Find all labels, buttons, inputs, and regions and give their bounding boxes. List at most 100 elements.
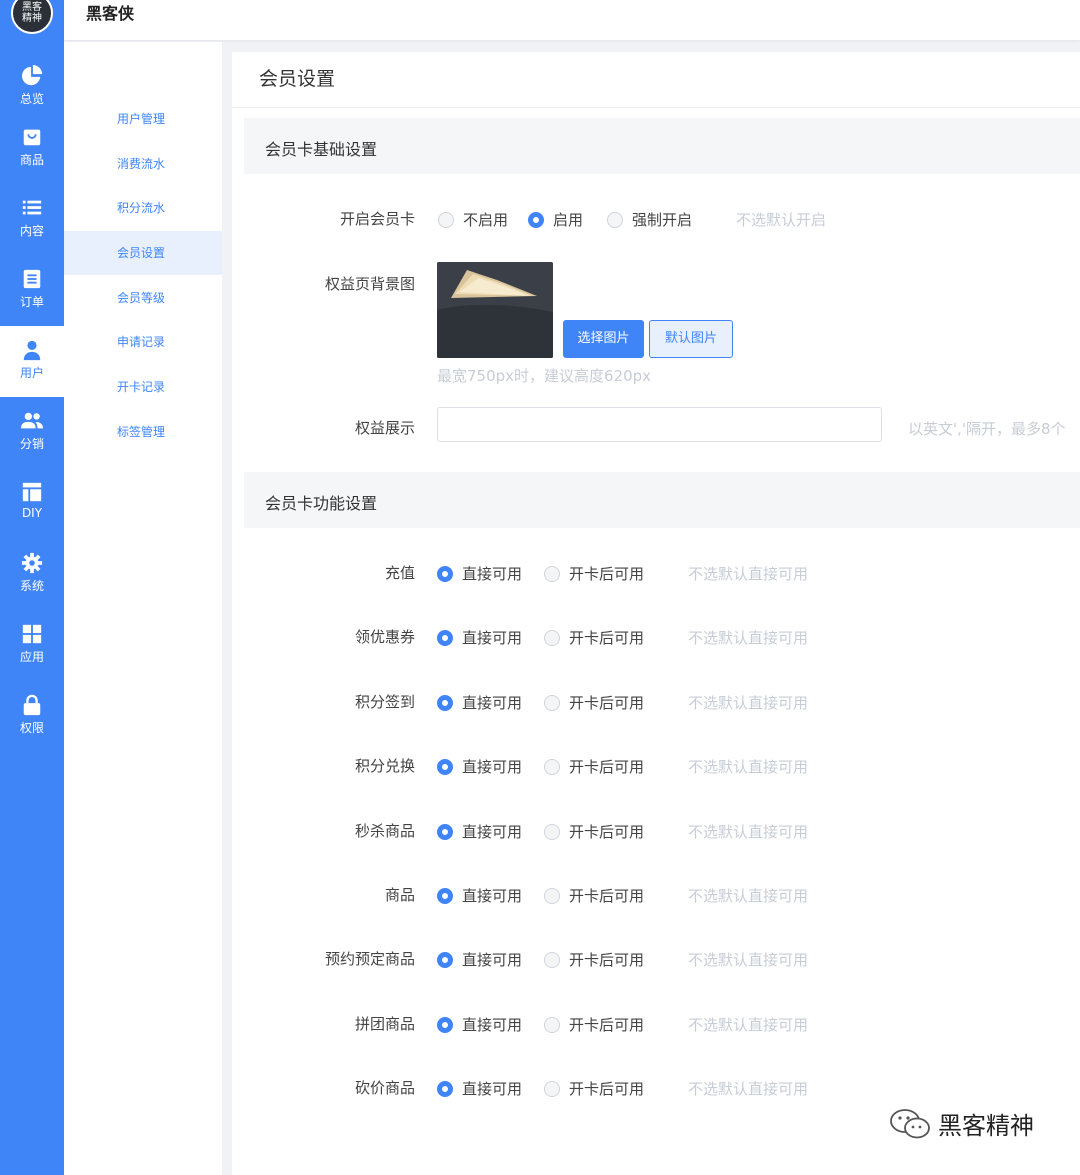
option-label: 开卡后可用 [569, 823, 645, 841]
radio-button-selected[interactable] [437, 565, 453, 582]
option-after-card[interactable]: 开卡后可用 [544, 885, 644, 906]
background-image-preview[interactable] [437, 262, 553, 358]
option-label: 开卡后可用 [569, 1080, 645, 1098]
radio-button-selected[interactable] [437, 694, 453, 711]
enable-option-forced[interactable]: 强制开启 [607, 209, 692, 230]
rail-item-label: 商品 [19, 153, 44, 167]
rail-item-content[interactable]: 内容 [0, 184, 64, 255]
user-icon [23, 340, 41, 361]
option-after-card[interactable]: 开卡后可用 [544, 949, 644, 970]
logo-text-top: 黑客 [22, 2, 42, 13]
subnav-item-member-levels[interactable]: 会员等级 [64, 276, 222, 320]
rail-item-apps[interactable]: 应用 [0, 610, 64, 681]
function-row-label: 商品 [384, 886, 415, 904]
rail-item-users[interactable]: 用户 [0, 326, 64, 397]
function-row-label: 拼团商品 [354, 1015, 415, 1033]
radio-button[interactable] [544, 887, 561, 904]
option-label: 直接可用 [462, 629, 523, 647]
radio-button-selected[interactable] [437, 951, 453, 968]
radio-button[interactable] [607, 211, 624, 228]
radio-button[interactable] [544, 951, 561, 968]
function-row-hint: 不选默认直接可用 [688, 823, 809, 841]
benefits-display-input[interactable] [437, 407, 882, 442]
option-label: 开卡后可用 [569, 629, 645, 647]
function-row-label: 预约预定商品 [324, 950, 415, 968]
rail-item-label: 内容 [19, 224, 44, 238]
option-after-card[interactable]: 开卡后可用 [544, 821, 644, 842]
radio-button[interactable] [544, 1016, 561, 1033]
enable-option-enabled[interactable]: 启用 [528, 209, 583, 230]
option-label: 开卡后可用 [569, 565, 645, 583]
option-direct[interactable]: 直接可用 [437, 692, 522, 713]
subnav-item-consumption[interactable]: 消费流水 [64, 142, 222, 186]
option-direct[interactable]: 直接可用 [437, 627, 522, 648]
option-label: 开卡后可用 [569, 887, 645, 905]
function-row-label: 领优惠券 [354, 628, 415, 646]
option-direct[interactable]: 直接可用 [437, 885, 522, 906]
radio-button[interactable] [544, 1080, 561, 1097]
option-label: 强制开启 [632, 211, 693, 229]
logo-text-bottom: 精神 [22, 13, 42, 24]
radio-button[interactable] [544, 758, 561, 775]
radio-button-selected[interactable] [437, 1080, 453, 1097]
radio-button-selected[interactable] [437, 887, 453, 904]
radio-button-selected[interactable] [437, 758, 453, 775]
rail-item-orders[interactable]: 订单 [0, 255, 64, 326]
rail-item-system[interactable]: 系统 [0, 539, 64, 610]
function-radio-group: 直接可用 开卡后可用 [437, 756, 644, 777]
radio-button[interactable] [544, 629, 561, 646]
rail-item-label: 权限 [19, 721, 44, 735]
option-after-card[interactable]: 开卡后可用 [544, 692, 644, 713]
grid-icon [22, 624, 42, 644]
rail-item-diy[interactable]: DIY [0, 468, 64, 539]
option-label: 直接可用 [462, 694, 523, 712]
section-function-settings: 会员卡功能设置 [244, 472, 1080, 528]
users-icon [21, 412, 43, 429]
option-after-card[interactable]: 开卡后可用 [544, 627, 644, 648]
rail-item-label: 总览 [19, 92, 44, 106]
subnav-item-member-settings[interactable]: 会员设置 [64, 231, 222, 275]
option-after-card[interactable]: 开卡后可用 [544, 756, 644, 777]
card-image-icon [437, 262, 553, 358]
section-basic-settings: 会员卡基础设置 [244, 118, 1080, 174]
watermark-text: 黑客精神 [938, 1112, 1034, 1140]
option-direct[interactable]: 直接可用 [437, 1014, 522, 1035]
radio-button-selected[interactable] [437, 1016, 453, 1033]
radio-button[interactable] [544, 565, 561, 582]
radio-button-selected[interactable] [437, 629, 453, 646]
rail-item-goods[interactable]: 商品 [0, 113, 64, 184]
background-image-label: 权益页背景图 [324, 275, 415, 293]
subnav-item-card-records[interactable]: 开卡记录 [64, 365, 222, 409]
option-after-card[interactable]: 开卡后可用 [544, 1078, 644, 1099]
brand-name: 黑客侠 [86, 4, 135, 23]
option-after-card[interactable]: 开卡后可用 [544, 563, 644, 584]
option-direct[interactable]: 直接可用 [437, 949, 522, 970]
option-direct[interactable]: 直接可用 [437, 756, 522, 777]
radio-button[interactable] [544, 694, 561, 711]
option-direct[interactable]: 直接可用 [437, 1078, 522, 1099]
function-row-label: 积分签到 [354, 693, 415, 711]
option-label: 直接可用 [462, 1016, 523, 1034]
enable-option-disabled[interactable]: 不启用 [438, 209, 508, 230]
subnav-item-points[interactable]: 积分流水 [64, 186, 222, 230]
watermark: 黑客精神 [888, 1106, 1034, 1141]
radio-button-selected[interactable] [528, 211, 545, 228]
page-title: 会员设置 [259, 68, 336, 90]
lock-icon [23, 694, 41, 716]
rail-item-distribution[interactable]: 分销 [0, 397, 64, 468]
subnav-item-applications[interactable]: 申请记录 [64, 320, 222, 364]
radio-button[interactable] [544, 823, 561, 840]
option-direct[interactable]: 直接可用 [437, 563, 522, 584]
radio-button[interactable] [438, 211, 454, 228]
radio-button-selected[interactable] [437, 823, 453, 840]
enable-card-hint: 不选默认开启 [736, 211, 827, 229]
subnav-item-user-management[interactable]: 用户管理 [64, 97, 222, 141]
option-label: 开卡后可用 [569, 694, 645, 712]
option-direct[interactable]: 直接可用 [437, 821, 522, 842]
option-after-card[interactable]: 开卡后可用 [544, 1014, 644, 1035]
rail-item-permissions[interactable]: 权限 [0, 681, 64, 752]
default-image-button[interactable]: 默认图片 [649, 320, 733, 358]
function-row-hint: 不选默认直接可用 [688, 1016, 809, 1034]
subnav-item-tags[interactable]: 标签管理 [64, 410, 222, 454]
choose-image-button[interactable]: 选择图片 [563, 320, 644, 358]
